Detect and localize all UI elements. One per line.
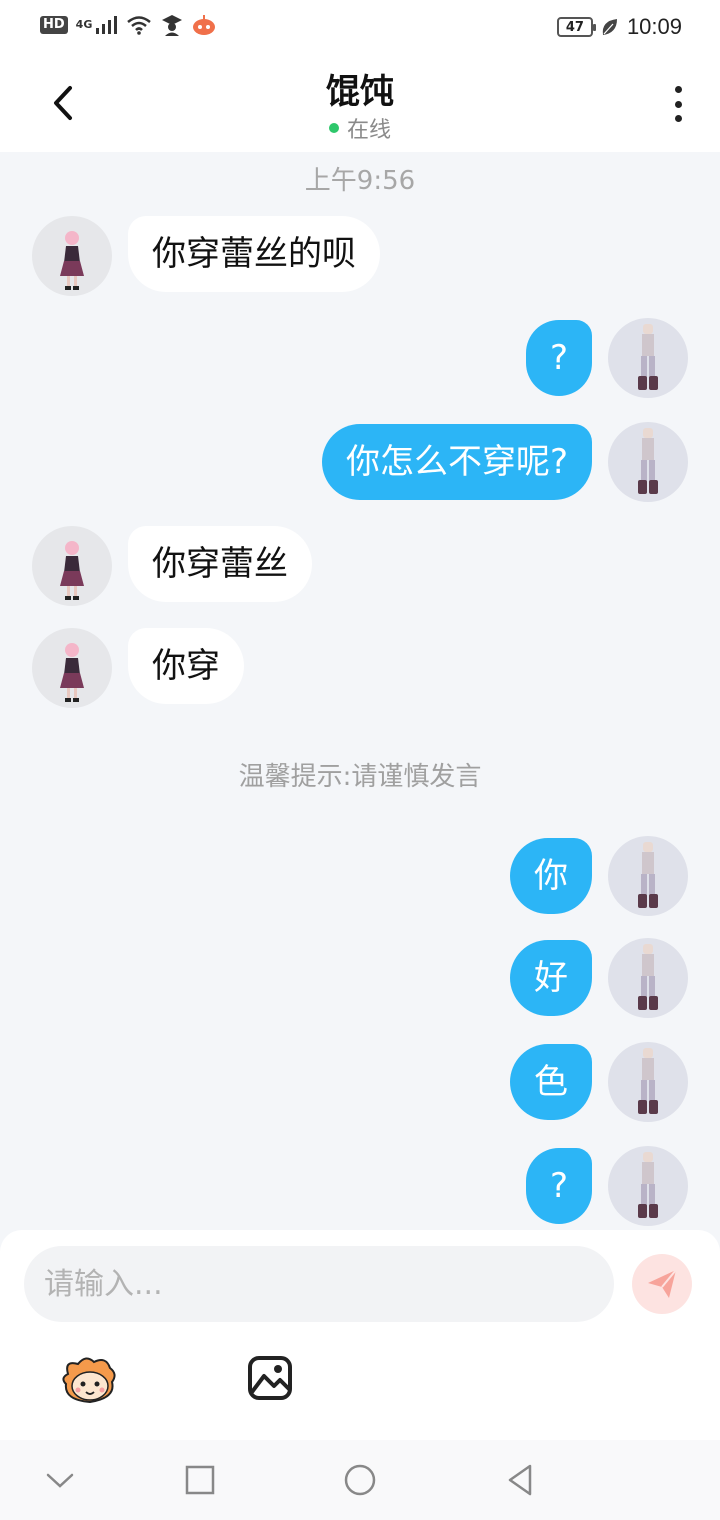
dot-icon [674,86,682,93]
message-bubble-outgoing[interactable]: 你怎么不穿呢? [321,424,592,500]
leaf-icon [602,19,617,35]
message-input[interactable] [24,1246,614,1322]
message-bubble-outgoing[interactable]: ? [525,320,592,396]
message-bubble-outgoing[interactable]: 色 [510,1044,592,1120]
battery-icon: 47 [556,17,596,37]
status-right: 47 10:09 [556,14,682,40]
my-avatar[interactable] [608,1146,688,1226]
contact-avatar[interactable] [32,216,112,296]
send-icon [648,1269,677,1298]
contact-avatar[interactable] [32,628,112,708]
status-left: HD 4G [40,14,216,36]
warning-tip: 温馨提示:请谨慎发言 [238,762,482,792]
contact-avatar[interactable] [32,526,112,606]
my-avatar[interactable] [608,318,688,398]
online-status-text: 在线 [346,118,391,143]
image-button[interactable] [246,1354,294,1402]
image-icon [248,1356,292,1400]
hd-icon: HD [40,16,68,34]
contact-name: 馄饨 [326,72,394,112]
message-bubble-outgoing[interactable]: 好 [510,940,592,1016]
battery-level: 47 [565,19,584,35]
my-avatar[interactable] [608,836,688,916]
my-avatar[interactable] [608,422,688,502]
online-status: 在线 [0,112,720,144]
send-button[interactable] [632,1254,692,1314]
chat-messages[interactable]: 上午9:56 你穿蕾丝的呗 ? 你怎么不穿呢? 你穿蕾丝 你穿 温馨提示:请谨慎… [0,152,720,1232]
message-bubble-incoming[interactable]: 你穿蕾丝的呗 [128,216,380,292]
graduate-icon [162,15,183,36]
system-nav-bar [0,1440,720,1520]
app-icon [193,15,216,35]
my-avatar[interactable] [608,938,688,1018]
message-bubble-outgoing[interactable]: 你 [510,838,592,914]
signal-4g-icon: 4G [76,16,119,34]
chevron-down-icon[interactable] [42,1462,78,1498]
emoji-button[interactable] [60,1354,120,1406]
status-bar: HD 4G 47 10:09 [0,0,720,56]
message-bubble-outgoing[interactable]: ? [525,1148,592,1224]
time-divider: 上午9:56 [304,166,416,196]
message-bubble-incoming[interactable]: 你穿 [128,628,244,704]
my-avatar[interactable] [608,1042,688,1122]
wifi-icon [127,16,151,35]
dot-icon [674,115,682,122]
clock: 10:09 [626,14,682,39]
network-label: 4G [75,18,93,31]
emoji-face-icon [62,1357,116,1404]
recents-square-icon[interactable] [182,1462,218,1498]
online-dot-icon [328,123,339,133]
dot-icon [674,100,682,108]
message-composer [0,1230,720,1440]
home-circle-icon[interactable] [342,1462,378,1498]
message-bubble-incoming[interactable]: 你穿蕾丝 [128,526,312,602]
more-options-button[interactable] [670,86,686,122]
back-triangle-icon[interactable] [502,1462,538,1498]
chat-header: 馄饨 在线 [0,56,720,152]
